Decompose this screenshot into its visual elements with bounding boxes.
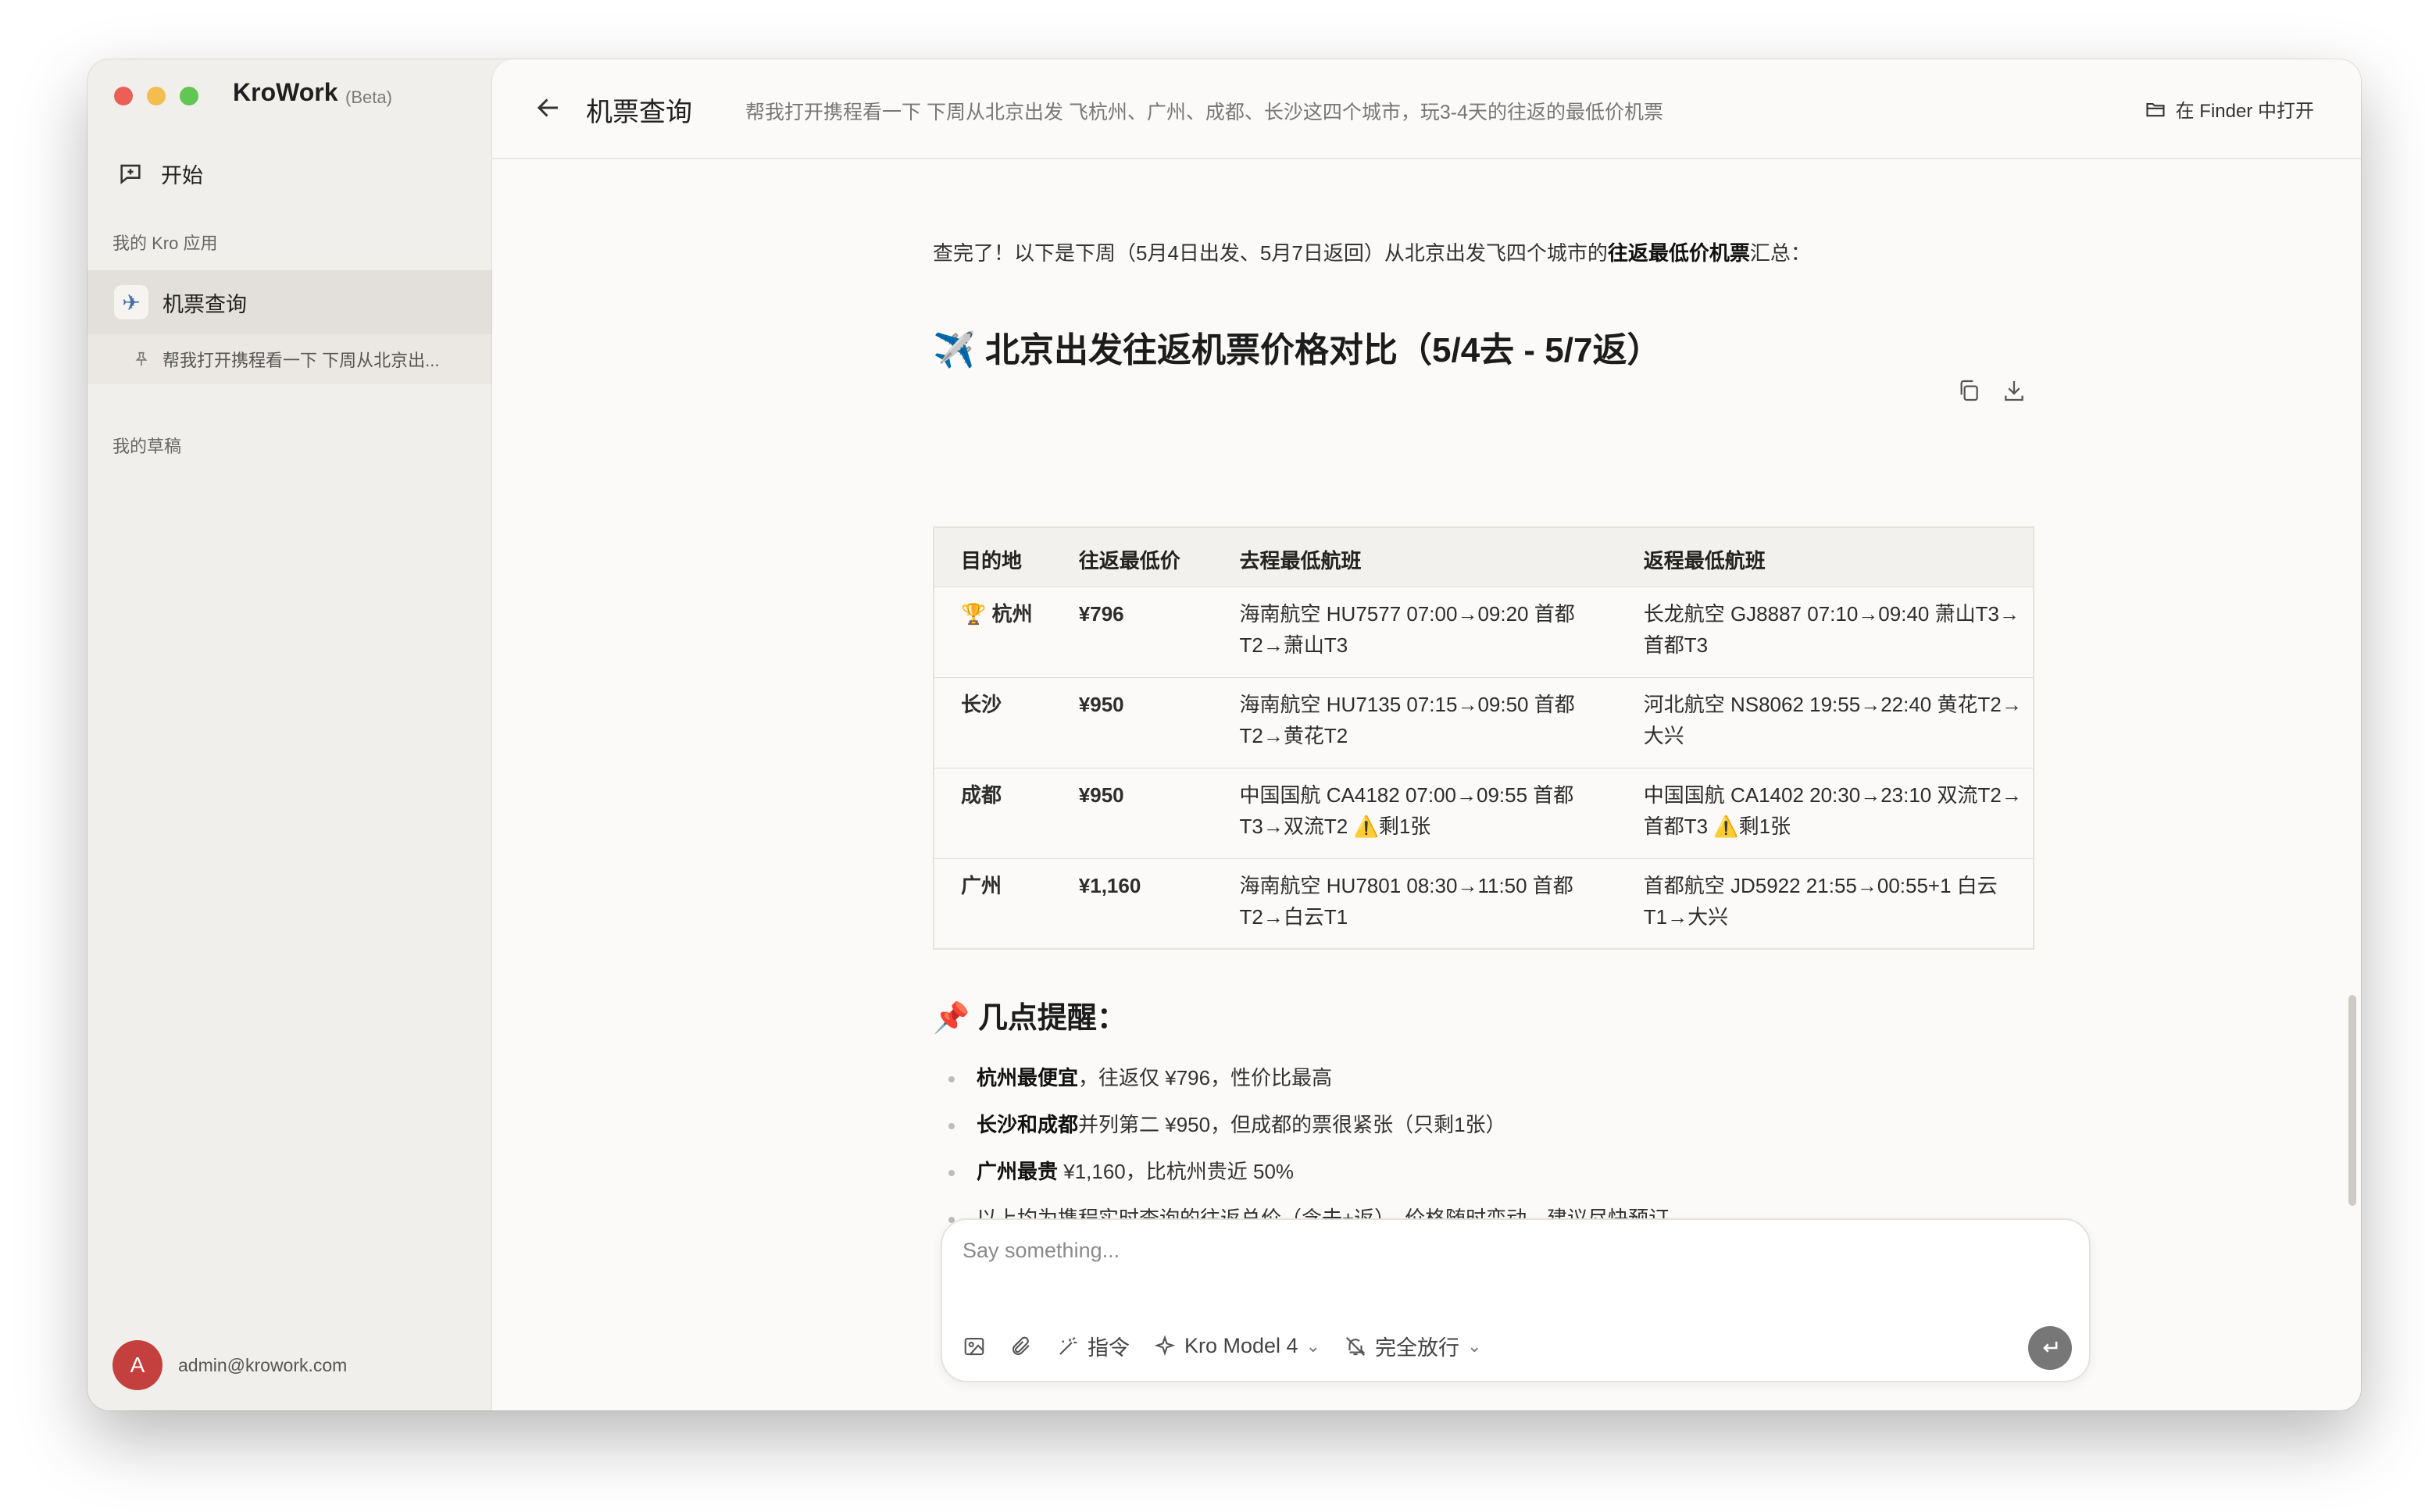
magic-wand-icon — [1059, 1336, 1077, 1355]
return-cell: 河北航空 NS8062 19:55→22:40 黄花T2→大兴 — [1616, 676, 2034, 768]
return-cell: 首都航空 JD5922 21:55→00:55+1 白云T1→大兴 — [1616, 858, 2034, 949]
tip-text: ¥1,160，比杭州贵近 50% — [1058, 1160, 1295, 1183]
attach-icon[interactable] — [1009, 1335, 1033, 1358]
composer-toolbar: 指令 Kro Model 4 ⌄ 完全放行 ⌄ — [962, 1331, 1481, 1361]
list-item: 长沙和成都并列第二 ¥950，但成都的票很紧张（只剩1张） — [933, 1101, 1669, 1148]
chevron-down-icon: ⌄ — [1467, 1335, 1482, 1356]
section-my-drafts: 我的草稿 — [112, 437, 182, 456]
copy-icon[interactable] — [1956, 378, 1981, 403]
price-table: 目的地 往返最低价 去程最低航班 返程最低航班 🏆 杭州 ¥796 海南航空 H… — [933, 526, 2034, 950]
sparkle-icon — [1154, 1334, 1176, 1356]
command-label: 指令 — [1088, 1336, 1130, 1360]
table-header-cell: 返程最低航班 — [1616, 526, 2034, 587]
message-composer: 指令 Kro Model 4 ⌄ 完全放行 ⌄ — [941, 1218, 2091, 1382]
list-item: 杭州最便宜，往返仅 ¥796，性价比最高 — [933, 1054, 1669, 1101]
table-header-cell: 往返最低价 — [1052, 526, 1213, 587]
session-title: 帮我打开携程看一下 下周从北京出... — [162, 351, 440, 370]
tip-text: ，往返仅 ¥796，性价比最高 — [1078, 1066, 1333, 1089]
return-cell: 长龙航空 GJ8887 07:10→09:40 萧山T3→首都T3 — [1616, 586, 2034, 677]
table-row: 🏆 杭州 ¥796 海南航空 HU7577 07:00→09:20 首都T2→萧… — [934, 586, 2034, 677]
outbound-cell: 中国国航 CA4182 07:00→09:55 首都T3→双流T2 ⚠️剩1张 — [1212, 767, 1617, 858]
model-selector[interactable]: Kro Model 4 ⌄ — [1153, 1334, 1320, 1358]
start-label: 开始 — [161, 163, 203, 187]
airplane-icon: ✈ — [114, 285, 148, 319]
tips-list: 杭州最便宜，往返仅 ¥796，性价比最高 长沙和成都并列第二 ¥950，但成都的… — [933, 1054, 1669, 1242]
model-label: Kro Model 4 — [1184, 1334, 1298, 1357]
outbound-cell: 海南航空 HU7135 07:15→09:50 首都T2→黄花T2 — [1212, 676, 1617, 768]
chevron-down-icon: ⌄ — [1305, 1335, 1321, 1356]
intro-suffix: 汇总： — [1749, 241, 1811, 265]
page-title: 机票查询 — [586, 98, 692, 127]
outbound-cell: 海南航空 HU7577 07:00→09:20 首都T2→萧山T3 — [1212, 586, 1617, 677]
scrollbar[interactable] — [2348, 995, 2356, 1206]
main-panel: 机票查询 帮我打开携程看一下 下周从北京出发 飞杭州、广州、成都、长沙这四个城市… — [492, 59, 2361, 1410]
result-heading: ✈️ 北京出发往返机票价格对比（5/4去 - 5/7返） — [933, 331, 1662, 369]
pin-icon — [135, 351, 148, 366]
outbound-cell: 海南航空 HU7801 08:30→11:50 首都T2→白云T1 — [1212, 858, 1617, 949]
table-row: 成都 ¥950 中国国航 CA4182 07:00→09:55 首都T3→双流T… — [934, 767, 2034, 858]
header: 机票查询 帮我打开携程看一下 下周从北京出发 飞杭州、广州、成都、长沙这四个城市… — [492, 59, 2361, 159]
user-account[interactable]: A admin@krowork.com — [112, 1340, 347, 1390]
permission-label: 完全放行 — [1375, 1336, 1460, 1360]
price-cell: ¥796 — [1052, 586, 1213, 677]
table-tools — [1956, 378, 2027, 403]
avatar: A — [112, 1340, 162, 1390]
window-controls — [114, 87, 198, 105]
sidebar: KroWork (Beta) 开始 我的 Kro 应用 ✈ 机票查询 帮我打开携… — [88, 59, 492, 1410]
finder-label: 在 Finder 中打开 — [2175, 101, 2314, 122]
sidebar-item-flight-search[interactable]: ✈ 机票查询 — [88, 270, 492, 334]
tip-emphasis: 广州最贵 — [977, 1160, 1059, 1183]
sidebar-item-label: 机票查询 — [162, 292, 247, 316]
message-input[interactable] — [962, 1239, 1978, 1263]
destination-cell: 广州 — [934, 858, 1052, 949]
download-icon[interactable] — [2002, 378, 2027, 403]
permission-selector[interactable]: 完全放行 ⌄ — [1344, 1331, 1481, 1361]
start-new-button[interactable]: 开始 — [117, 150, 203, 197]
destination-cell: 成都 — [934, 767, 1052, 858]
assistant-intro: 查完了！以下是下周（5月4日出发、5月7日返回）从北京出发飞四个城市的往返最低价… — [933, 237, 1811, 266]
open-in-finder-button[interactable]: 在 Finder 中打开 — [2145, 95, 2314, 123]
table-row: 广州 ¥1,160 海南航空 HU7801 08:30→11:50 首都T2→白… — [934, 858, 2034, 949]
section-my-apps: 我的 Kro 应用 — [112, 234, 218, 253]
page-subtitle: 帮我打开携程看一下 下周从北京出发 飞杭州、广州、成都、长沙这四个城市，玩3-4… — [745, 102, 1664, 123]
price-cell: ¥950 — [1052, 767, 1213, 858]
destination-cell: 🏆 杭州 — [934, 586, 1052, 677]
close-window-button[interactable] — [114, 87, 133, 105]
intro-text: 查完了！以下是下周（5月4日出发、5月7日返回）从北京出发飞四个城市的 — [933, 241, 1608, 265]
send-button[interactable] — [2028, 1326, 2072, 1370]
minimize-window-button[interactable] — [147, 87, 166, 105]
app-name: KroWork — [233, 78, 338, 106]
price-cell: ¥1,160 — [1052, 858, 1213, 949]
tip-text: 并列第二 ¥950，但成都的票很紧张（只剩1张） — [1078, 1113, 1506, 1136]
return-arrow-icon — [2043, 1341, 2058, 1353]
tip-emphasis: 杭州最便宜 — [977, 1066, 1079, 1089]
bell-off-icon — [1346, 1336, 1366, 1356]
table-row: 长沙 ¥950 海南航空 HU7135 07:15→09:50 首都T2→黄花T… — [934, 676, 2034, 768]
return-cell: 中国国航 CA1402 20:30→23:10 双流T2→首都T3 ⚠️剩1张 — [1616, 767, 2034, 858]
image-icon[interactable] — [962, 1335, 986, 1358]
sidebar-session-item[interactable]: 帮我打开携程看一下 下周从北京出... — [88, 334, 492, 384]
tips-heading: 📌 几点提醒： — [933, 1002, 1127, 1035]
tip-emphasis: 长沙和成都 — [977, 1113, 1079, 1136]
table-header-cell: 去程最低航班 — [1212, 526, 1617, 587]
table-header-row: 目的地 往返最低价 去程最低航班 返程最低航班 — [934, 526, 2034, 587]
destination-cell: 长沙 — [934, 676, 1052, 768]
intro-emphasis: 往返最低价机票 — [1607, 241, 1750, 265]
zoom-window-button[interactable] — [180, 87, 198, 105]
list-item: 广州最贵 ¥1,160，比杭州贵近 50% — [933, 1148, 1669, 1195]
command-button[interactable]: 指令 — [1056, 1331, 1130, 1361]
folder-icon — [2146, 102, 2165, 116]
user-email: admin@krowork.com — [178, 1354, 348, 1375]
new-chat-icon — [120, 164, 141, 184]
app-beta-tag: (Beta) — [345, 87, 392, 107]
back-arrow-icon[interactable] — [534, 94, 562, 127]
app-window: KroWork (Beta) 开始 我的 Kro 应用 ✈ 机票查询 帮我打开携… — [88, 59, 2361, 1410]
table-header-cell: 目的地 — [934, 526, 1052, 587]
price-cell: ¥950 — [1052, 676, 1213, 768]
